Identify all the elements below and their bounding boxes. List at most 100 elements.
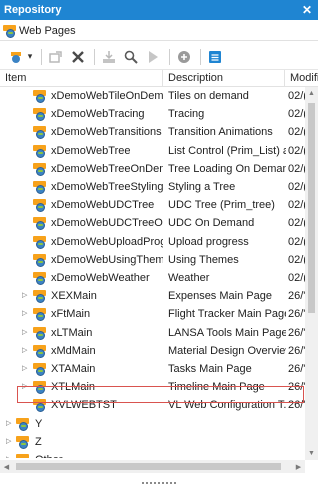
close-icon[interactable]: ✕ xyxy=(299,2,315,18)
item-modified: 02/( xyxy=(288,254,305,266)
toolbar: ▾ xyxy=(0,44,318,70)
web-page-icon xyxy=(33,254,46,267)
tree-group-row[interactable]: ▷ Y xyxy=(0,416,305,433)
item-modified: 02/( xyxy=(288,108,305,120)
item-modified: 02/( xyxy=(288,145,305,157)
item-name: xDemoWebUDCTreeOn... xyxy=(51,217,163,229)
tree-row[interactable]: ▷ XEXMain Expenses Main Page 26/' xyxy=(0,288,305,305)
column-header-item[interactable]: Item xyxy=(0,70,163,87)
tree-row[interactable]: xDemoWebTreeStyling Styling a Tree 02/( xyxy=(0,179,305,196)
web-page-icon xyxy=(33,236,46,249)
item-description: UDC Tree (Prim_tree) xyxy=(168,199,275,211)
tree-row[interactable]: xDemoWebTransitions Transition Animations… xyxy=(0,124,305,141)
expand-icon[interactable]: ▷ xyxy=(6,420,14,428)
vertical-scrollbar[interactable]: ▲ ▼ xyxy=(305,87,318,460)
item-modified: 26/' xyxy=(288,345,305,357)
item-name: xDemoWebTransitions xyxy=(51,126,162,138)
expand-icon[interactable]: ▷ xyxy=(22,347,30,355)
vertical-scroll-thumb[interactable] xyxy=(308,103,315,313)
column-header-modified[interactable]: Modifi xyxy=(285,70,318,87)
scroll-right-icon[interactable]: ▶ xyxy=(292,460,305,473)
tree-row[interactable]: xDemoWebUDCTree UDC Tree (Prim_tree) 02/( xyxy=(0,197,305,214)
tree-row[interactable]: xDemoWebTracing Tracing 02/( xyxy=(0,106,305,123)
resize-grip[interactable] xyxy=(140,480,178,486)
item-description: LANSA Tools Main Page xyxy=(168,327,286,339)
item-name: xFtMain xyxy=(51,308,91,320)
web-page-icon xyxy=(33,308,46,321)
horizontal-scroll-thumb[interactable] xyxy=(16,463,281,470)
item-name: xDemoWebUsingThemes xyxy=(51,254,163,266)
scroll-left-icon[interactable]: ◀ xyxy=(0,460,13,473)
new-item-dropdown-icon[interactable]: ▾ xyxy=(26,48,34,66)
item-name: xDemoWebTreeOnDema... xyxy=(51,163,163,175)
tree-row[interactable]: ▷ xFtMain Flight Tracker Main Page 26/' xyxy=(0,306,305,323)
tree-row[interactable]: ▷ XTAMain Tasks Main Page 26/' xyxy=(0,361,305,378)
tree-group-row[interactable]: ▷ Z xyxy=(0,434,305,451)
add-icon[interactable] xyxy=(175,48,193,66)
play-icon[interactable] xyxy=(144,48,162,66)
expand-icon[interactable]: ▷ xyxy=(6,438,14,446)
selected-row-highlight xyxy=(17,386,304,403)
web-page-icon xyxy=(33,108,46,121)
web-page-icon xyxy=(33,145,46,158)
item-name: xDemoWebTreeStyling xyxy=(51,181,163,193)
expand-icon[interactable]: ▷ xyxy=(22,329,30,337)
item-modified: 26/' xyxy=(288,290,305,302)
move-icon[interactable] xyxy=(47,48,65,66)
expand-icon[interactable]: ▷ xyxy=(22,365,30,373)
tree-row[interactable]: xDemoWebUDCTreeOn... UDC On Demand 02/( xyxy=(0,215,305,232)
list-view-icon[interactable] xyxy=(206,48,224,66)
item-modified: 02/( xyxy=(288,272,305,284)
checkin-icon[interactable] xyxy=(100,48,118,66)
scroll-down-icon[interactable]: ▼ xyxy=(305,447,318,460)
repository-type-selector[interactable]: Web Pages xyxy=(0,22,318,41)
item-name: xDemoWebTree xyxy=(51,145,131,157)
web-page-icon xyxy=(33,90,46,103)
new-item-icon[interactable] xyxy=(8,48,26,66)
title-bar: Repository ✕ xyxy=(0,0,318,20)
item-modified: 02/( xyxy=(288,126,305,138)
web-page-icon xyxy=(33,126,46,139)
tree-row[interactable]: ▷ xLTMain LANSA Tools Main Page 26/' xyxy=(0,325,305,342)
web-page-icon xyxy=(33,181,46,194)
web-page-icon xyxy=(33,272,46,285)
toolbar-separator xyxy=(41,48,42,65)
expand-icon[interactable]: ▷ xyxy=(22,310,30,318)
search-icon[interactable] xyxy=(122,48,140,66)
item-name: Z xyxy=(35,436,42,448)
tree-row[interactable]: xDemoWebTileOnDema... Tiles on demand 02/( xyxy=(0,88,305,105)
item-modified: 26/' xyxy=(288,308,305,320)
expand-icon[interactable]: ▷ xyxy=(22,292,30,300)
item-description: Flight Tracker Main Page xyxy=(168,308,286,320)
item-description: Tracing xyxy=(168,108,205,120)
item-description: Expenses Main Page xyxy=(168,290,272,302)
item-description: UDC On Demand xyxy=(168,217,255,229)
item-description: Transition Animations xyxy=(168,126,273,138)
column-headers: Item Description Modifi xyxy=(0,70,318,87)
tree-row[interactable]: xDemoWebWeather Weather 02/( xyxy=(0,270,305,287)
item-description: List Control (Prim_List) a... xyxy=(168,145,286,157)
delete-icon[interactable] xyxy=(69,48,87,66)
item-name: xDemoWebWeather xyxy=(51,272,150,284)
scroll-up-icon[interactable]: ▲ xyxy=(305,87,318,100)
folder-web-icon xyxy=(16,418,29,431)
tree-row[interactable]: xDemoWebUploadProgr... Upload progress 02/… xyxy=(0,234,305,251)
item-description: Weather xyxy=(168,272,210,284)
tree-row[interactable]: xDemoWebTree List Control (Prim_List) a..… xyxy=(0,143,305,160)
horizontal-scrollbar[interactable]: ◀ ▶ xyxy=(0,460,305,473)
item-name: Other xyxy=(35,454,163,458)
repository-type-value[interactable]: Web Pages xyxy=(19,25,76,37)
column-header-description[interactable]: Description xyxy=(163,70,285,87)
tree-row[interactable]: xDemoWebUsingThemes Using Themes 02/( xyxy=(0,252,305,269)
web-page-icon xyxy=(33,199,46,212)
window-title: Repository xyxy=(4,4,62,16)
web-page-icon xyxy=(33,163,46,176)
item-name: XEXMain xyxy=(51,290,97,302)
tree-row[interactable]: xDemoWebTreeOnDema... Tree Loading On Dem… xyxy=(0,161,305,178)
item-modified: 02/( xyxy=(288,90,305,102)
tree-row[interactable]: ▷ xMdMain Material Design Overview 26/' xyxy=(0,343,305,360)
tree-group-row[interactable]: ▷ Other xyxy=(0,452,305,458)
toolbar-separator xyxy=(94,48,95,65)
expand-icon[interactable]: ▷ xyxy=(6,456,14,458)
item-description: Tiles on demand xyxy=(168,90,249,102)
